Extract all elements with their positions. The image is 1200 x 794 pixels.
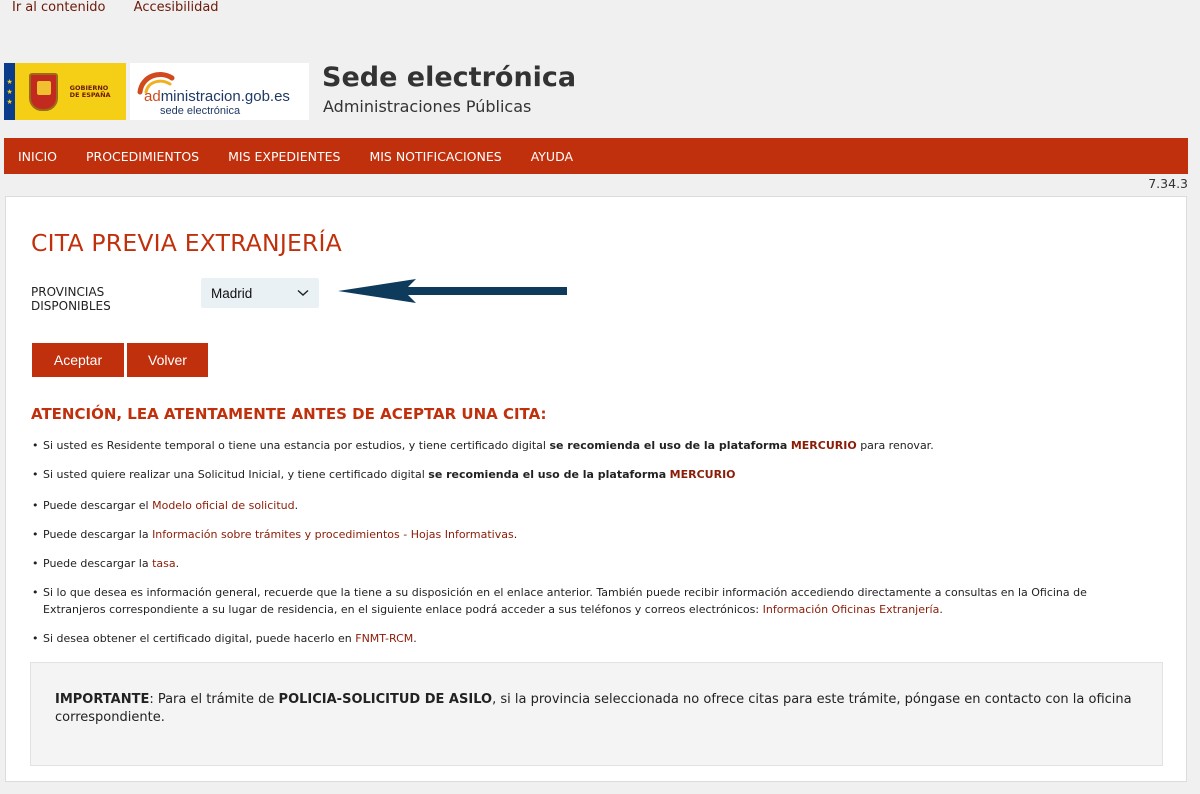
skip-to-content-link[interactable]: Ir al contenido: [12, 0, 106, 15]
list-item: Si usted quiere realizar una Solicitud I…: [31, 466, 1151, 483]
main-navbar: INICIO PROCEDIMIENTOS MIS EXPEDIENTES MI…: [4, 138, 1188, 174]
mercurio-link[interactable]: MERCURIO: [791, 439, 857, 452]
adm-logo-name: administracion.gob.es: [144, 88, 290, 105]
version-label: 7.34.3: [1148, 176, 1188, 191]
list-item: Si usted es Residente temporal o tiene u…: [31, 437, 1151, 454]
site-header: ★ ★ ★ GOBIERNO DE ESPAÑA administracion.go…: [4, 60, 704, 124]
list-item: Puede descargar el Modelo oficial de sol…: [31, 497, 1151, 514]
hojas-informativas-link[interactable]: Información sobre trámites y procedimien…: [152, 528, 514, 541]
notice-heading: ATENCIÓN, LEA ATENTAMENTE ANTES DE ACEPT…: [31, 405, 547, 423]
province-select[interactable]: Madrid: [201, 278, 319, 308]
accept-button[interactable]: Aceptar: [32, 343, 124, 377]
gov-logo-text: GOBIERNO DE ESPAÑA: [69, 83, 111, 99]
nav-item-mis-notificaciones[interactable]: MIS NOTIFICACIONES: [368, 149, 502, 164]
nav-item-mis-expedientes[interactable]: MIS EXPEDIENTES: [227, 149, 341, 164]
adm-logo-sub: sede electrónica: [160, 105, 241, 117]
province-selected-value: Madrid: [211, 285, 253, 301]
nav-item-procedimientos[interactable]: PROCEDIMIENTOS: [85, 149, 200, 164]
arrow-left-icon: [338, 279, 567, 303]
page-title: CITA PREVIA EXTRANJERÍA: [31, 229, 342, 257]
list-item: Si lo que desea es información general, …: [31, 584, 1151, 618]
province-label: PROVINCIAS DISPONIBLES: [31, 285, 111, 313]
important-notice: IMPORTANTE: Para el trámite de POLICIA-S…: [30, 662, 1163, 766]
site-subtitle: Administraciones Públicas: [323, 97, 532, 116]
mercurio-link[interactable]: MERCURIO: [670, 468, 736, 481]
nav-item-ayuda[interactable]: AYUDA: [530, 149, 574, 164]
nav-item-inicio[interactable]: INICIO: [17, 149, 58, 164]
eu-flag-icon: ★ ★ ★: [4, 63, 16, 120]
coat-of-arms-icon: [29, 72, 58, 111]
list-item: Si desea obtener el certificado digital,…: [31, 630, 1151, 647]
site-title: Sede electrónica: [322, 62, 577, 93]
tasa-link[interactable]: tasa: [152, 557, 176, 570]
notice-list: Si usted es Residente temporal o tiene u…: [31, 437, 1151, 647]
oficinas-extranjeria-link[interactable]: Información Oficinas Extranjería: [763, 603, 940, 616]
main-panel: CITA PREVIA EXTRANJERÍA PROVINCIAS DISPO…: [5, 196, 1187, 782]
accessibility-link[interactable]: Accesibilidad: [134, 0, 219, 15]
chevron-down-icon: [297, 289, 309, 296]
skip-links: Ir al contenido Accesibilidad: [12, 0, 243, 20]
list-item: Puede descargar la Información sobre trá…: [31, 526, 1151, 543]
modelo-solicitud-link[interactable]: Modelo oficial de solicitud: [152, 499, 295, 512]
gobierno-de-espana-logo[interactable]: ★ ★ ★ GOBIERNO DE ESPAÑA: [4, 63, 126, 120]
back-button[interactable]: Volver: [127, 343, 208, 377]
administracion-gob-logo[interactable]: administracion.gob.es sede electrónica: [130, 63, 309, 120]
list-item: Puede descargar la tasa.: [31, 555, 1151, 572]
fnmt-link[interactable]: FNMT-RCM: [355, 632, 413, 645]
